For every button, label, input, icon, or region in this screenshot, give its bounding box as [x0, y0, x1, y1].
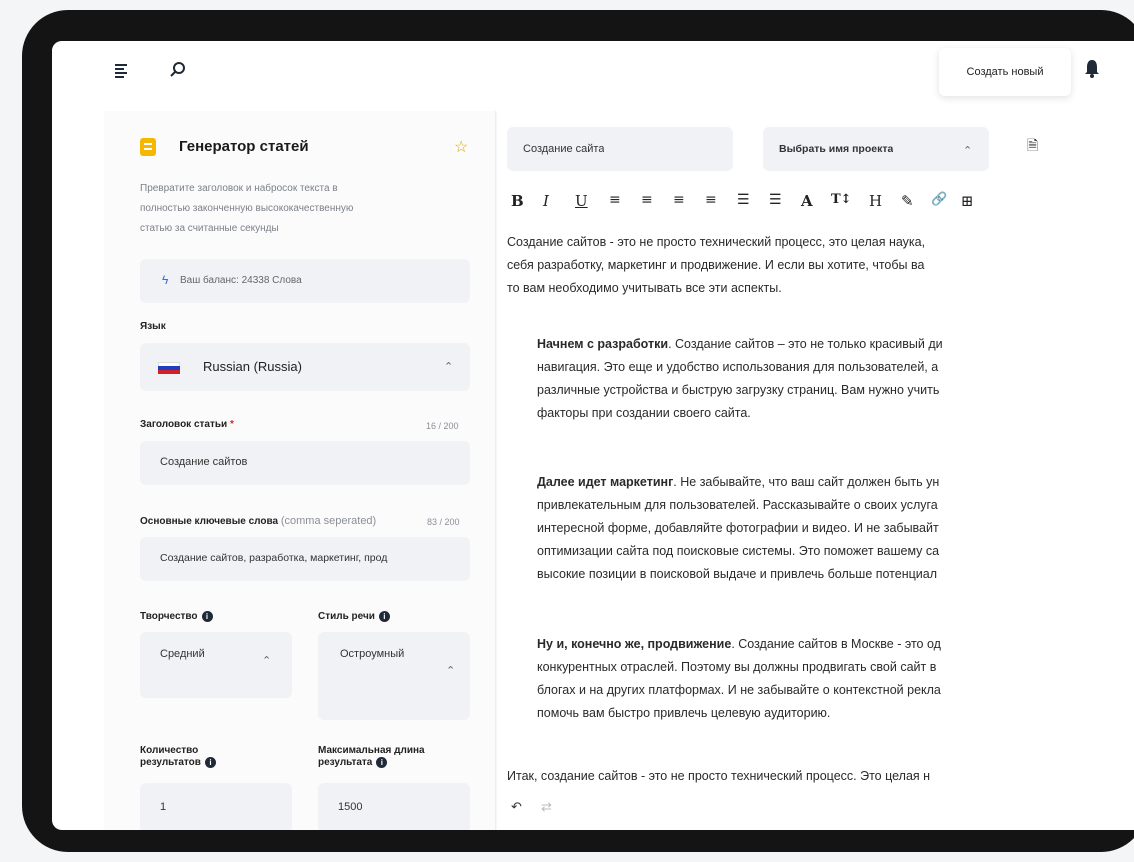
paragraph-intro: Создание сайтов - это не просто техничес… [507, 235, 926, 295]
info-icon[interactable]: i [376, 757, 388, 768]
ordered-list-button[interactable]: ☰ [737, 192, 750, 208]
keywords-input[interactable]: Создание сайтов, разработка, маркетинг, … [140, 537, 470, 581]
panel-description: Превратите заголовок и набросок текста в… [140, 183, 354, 234]
favorite-star-icon[interactable]: ☆ [454, 137, 468, 157]
create-new-button[interactable]: Создать новый [939, 48, 1071, 96]
editor-panel: Создание сайта Выбрать имя проекта ⌃ 🗎 B… [497, 111, 1134, 830]
align-left-button[interactable]: ≡ [609, 192, 621, 208]
max-length-input[interactable]: 1500 [318, 783, 470, 830]
document-icon [140, 138, 156, 156]
creativity-label: Творчество i [140, 611, 213, 622]
paragraph-conclusion: Итак, создание сайтов - это не просто те… [507, 769, 931, 783]
chevron-up-icon: ⌃ [444, 361, 454, 373]
article-title-counter: 16 / 200 [426, 421, 459, 431]
content-area: Генератор статей ☆ Превратите заголовок … [104, 111, 1134, 830]
panel-title: Генератор статей [179, 138, 309, 155]
language-label: Язык [140, 321, 166, 332]
file-icon[interactable]: 🗎 [1027, 135, 1038, 159]
document-name-input[interactable]: Создание сайта [507, 127, 733, 171]
info-icon[interactable]: i [201, 611, 213, 622]
search-icon[interactable] [166, 61, 190, 85]
app-screen: Создать новый Генератор статей ☆ Преврат… [52, 41, 1134, 830]
article-title-input[interactable]: Создание сайтов [140, 441, 470, 485]
results-count-input[interactable]: 1 [140, 783, 292, 830]
generator-panel: Генератор статей ☆ Превратите заголовок … [104, 111, 496, 830]
balance-box: ϟ Ваш баланс: 24338 Слова [140, 259, 470, 303]
bold-button[interactable]: B [511, 192, 524, 210]
article-title-label: Заголовок статьи * [140, 419, 234, 430]
table-icon[interactable]: ⊞ [961, 192, 974, 210]
heading-button[interactable]: H [869, 192, 882, 210]
bullet-list-button[interactable]: ☰ [769, 192, 782, 208]
brush-icon[interactable]: ✎ [901, 192, 914, 210]
chevron-up-icon: ⌃ [446, 665, 456, 677]
max-length-label: Максимальная длина результата i [318, 745, 425, 769]
paragraph-promotion: Ну и, конечно же, продвижение. Создание … [537, 637, 941, 720]
keywords-counter: 83 / 200 [427, 517, 460, 527]
tone-select[interactable]: Остроумный ⌃ [318, 632, 470, 720]
balance-text: Ваш баланс: 24338 Слова [180, 275, 302, 286]
project-select[interactable]: Выбрать имя проекта ⌃ [763, 127, 989, 171]
info-icon[interactable]: i [378, 611, 390, 622]
keywords-label: Основные ключевые слова (comma seperated… [140, 515, 377, 527]
text-color-button[interactable]: A [801, 192, 813, 210]
chevron-up-icon: ⌃ [963, 145, 973, 157]
bell-icon[interactable] [1084, 59, 1100, 85]
info-icon[interactable]: i [204, 757, 216, 768]
results-count-label: Количество результатов i [140, 745, 216, 769]
top-bar: Создать новый [52, 41, 1134, 111]
paragraph-development: Начнем с разработки. Создание сайтов – э… [537, 337, 943, 420]
page: Создать новый Генератор статей ☆ Преврат… [0, 0, 1134, 862]
chevron-up-icon: ⌃ [262, 655, 272, 667]
italic-button[interactable]: I [543, 192, 549, 210]
russia-flag-icon [158, 362, 180, 374]
language-select[interactable]: Russian (Russia) ⌃ [140, 343, 470, 391]
paragraph-marketing: Далее идет маркетинг. Не забывайте, что … [537, 475, 940, 581]
text-size-button[interactable]: T↕ [831, 192, 852, 207]
lightning-icon: ϟ [162, 273, 169, 287]
undo-icon[interactable]: ↶ [511, 799, 522, 815]
menu-icon[interactable] [110, 61, 134, 85]
language-value: Russian (Russia) [203, 359, 302, 374]
redo-icon[interactable]: ⇄ [541, 799, 552, 815]
tone-label: Стиль речи i [318, 611, 390, 622]
underline-button[interactable]: U [575, 192, 588, 210]
creativity-select[interactable]: Средний ⌃ [140, 632, 292, 698]
align-right-button[interactable]: ≡ [673, 192, 685, 208]
link-icon[interactable]: 🔗 [931, 192, 947, 207]
align-center-button[interactable]: ≡ [641, 192, 653, 208]
align-justify-button[interactable]: ≡ [705, 192, 717, 208]
